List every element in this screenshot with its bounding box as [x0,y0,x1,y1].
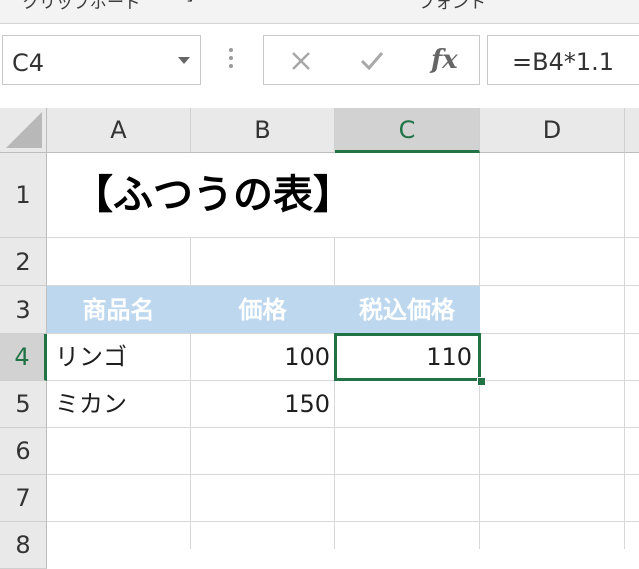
column-header-d[interactable]: D [480,108,625,153]
ribbon-group-font-label: フォント [418,0,486,13]
row-header-1[interactable]: 1 [0,153,47,238]
chevron-down-icon[interactable] [178,57,190,64]
cell-e3[interactable] [625,286,639,334]
cell-c5[interactable] [335,381,480,428]
cell-d8[interactable] [480,522,625,549]
cell-e7[interactable] [625,475,639,522]
formula-input[interactable]: =B4*1.1 [487,35,639,85]
row-header-3[interactable]: 3 [0,286,47,334]
cell-a7[interactable] [47,475,191,522]
row-header-7[interactable]: 7 [0,475,47,522]
formula-buttons: fx [263,35,480,85]
column-header-e-partial[interactable] [625,108,639,153]
cell-c6[interactable] [335,428,480,475]
cell-d4[interactable] [480,334,625,381]
cell-d5[interactable] [480,381,625,428]
worksheet-grid: A B C D 1 2 3 4 5 6 7 8 【ふつうの表】 商品名 価格 税… [0,108,639,569]
ribbon-strip: クリップボード ↘ フォント [0,0,639,24]
row-header-4[interactable]: 4 [0,334,47,381]
cell-b6[interactable] [191,428,335,475]
cell-a3[interactable]: 商品名 [47,286,191,334]
cell-c7[interactable] [335,475,480,522]
column-header-b[interactable]: B [191,108,335,153]
row-header-2[interactable]: 2 [0,238,47,286]
cell-b4[interactable]: 100 [191,334,335,381]
cell-a1[interactable]: 【ふつうの表】 [47,153,353,238]
cell-c8[interactable] [335,522,480,549]
cell-b3[interactable]: 価格 [191,286,335,334]
column-header-a[interactable]: A [47,108,191,153]
cell-e5[interactable] [625,381,639,428]
cell-d1[interactable] [480,153,625,238]
cell-b1[interactable] [191,153,335,238]
formula-bar: C4 fx =B4*1.1 [0,24,639,108]
cell-e1[interactable] [625,153,639,238]
cell-c3[interactable]: 税込価格 [335,286,480,334]
formula-text: =B4*1.1 [512,48,615,76]
grip-dots-icon[interactable] [228,48,234,74]
cell-e4[interactable] [625,334,639,381]
cancel-icon[interactable] [290,50,312,72]
cell-d7[interactable] [480,475,625,522]
enter-check-icon[interactable] [359,50,385,72]
cell-d2[interactable] [480,238,625,286]
name-box[interactable]: C4 [2,35,201,85]
ribbon-group-clipboard-label: クリップボード [22,0,141,13]
dialog-launcher-icon[interactable]: ↘ [182,0,194,6]
cell-c4[interactable]: 110 [335,334,480,381]
cell-a2[interactable] [47,238,191,286]
select-all-button[interactable] [0,108,47,153]
fill-handle[interactable] [477,377,486,386]
cell-d3[interactable] [480,286,625,334]
cell-e6[interactable] [625,428,639,475]
cell-a6[interactable] [47,428,191,475]
cell-c2[interactable] [335,238,480,286]
cell-b8[interactable] [191,522,335,549]
row-header-5[interactable]: 5 [0,381,47,428]
cell-c1[interactable] [335,153,480,238]
row-header-8[interactable]: 8 [0,522,47,569]
insert-function-icon[interactable]: fx [431,45,458,75]
cell-b7[interactable] [191,475,335,522]
column-header-c[interactable]: C [335,108,480,153]
cell-d6[interactable] [480,428,625,475]
cell-b2[interactable] [191,238,335,286]
cell-b5[interactable]: 150 [191,381,335,428]
cell-a4[interactable]: リンゴ [47,334,191,381]
cell-e8[interactable] [625,522,639,549]
row-header-6[interactable]: 6 [0,428,47,475]
name-box-value: C4 [12,49,45,77]
cell-a5[interactable]: ミカン [47,381,191,428]
cell-a8[interactable] [47,522,191,549]
cell-e2[interactable] [625,238,639,286]
